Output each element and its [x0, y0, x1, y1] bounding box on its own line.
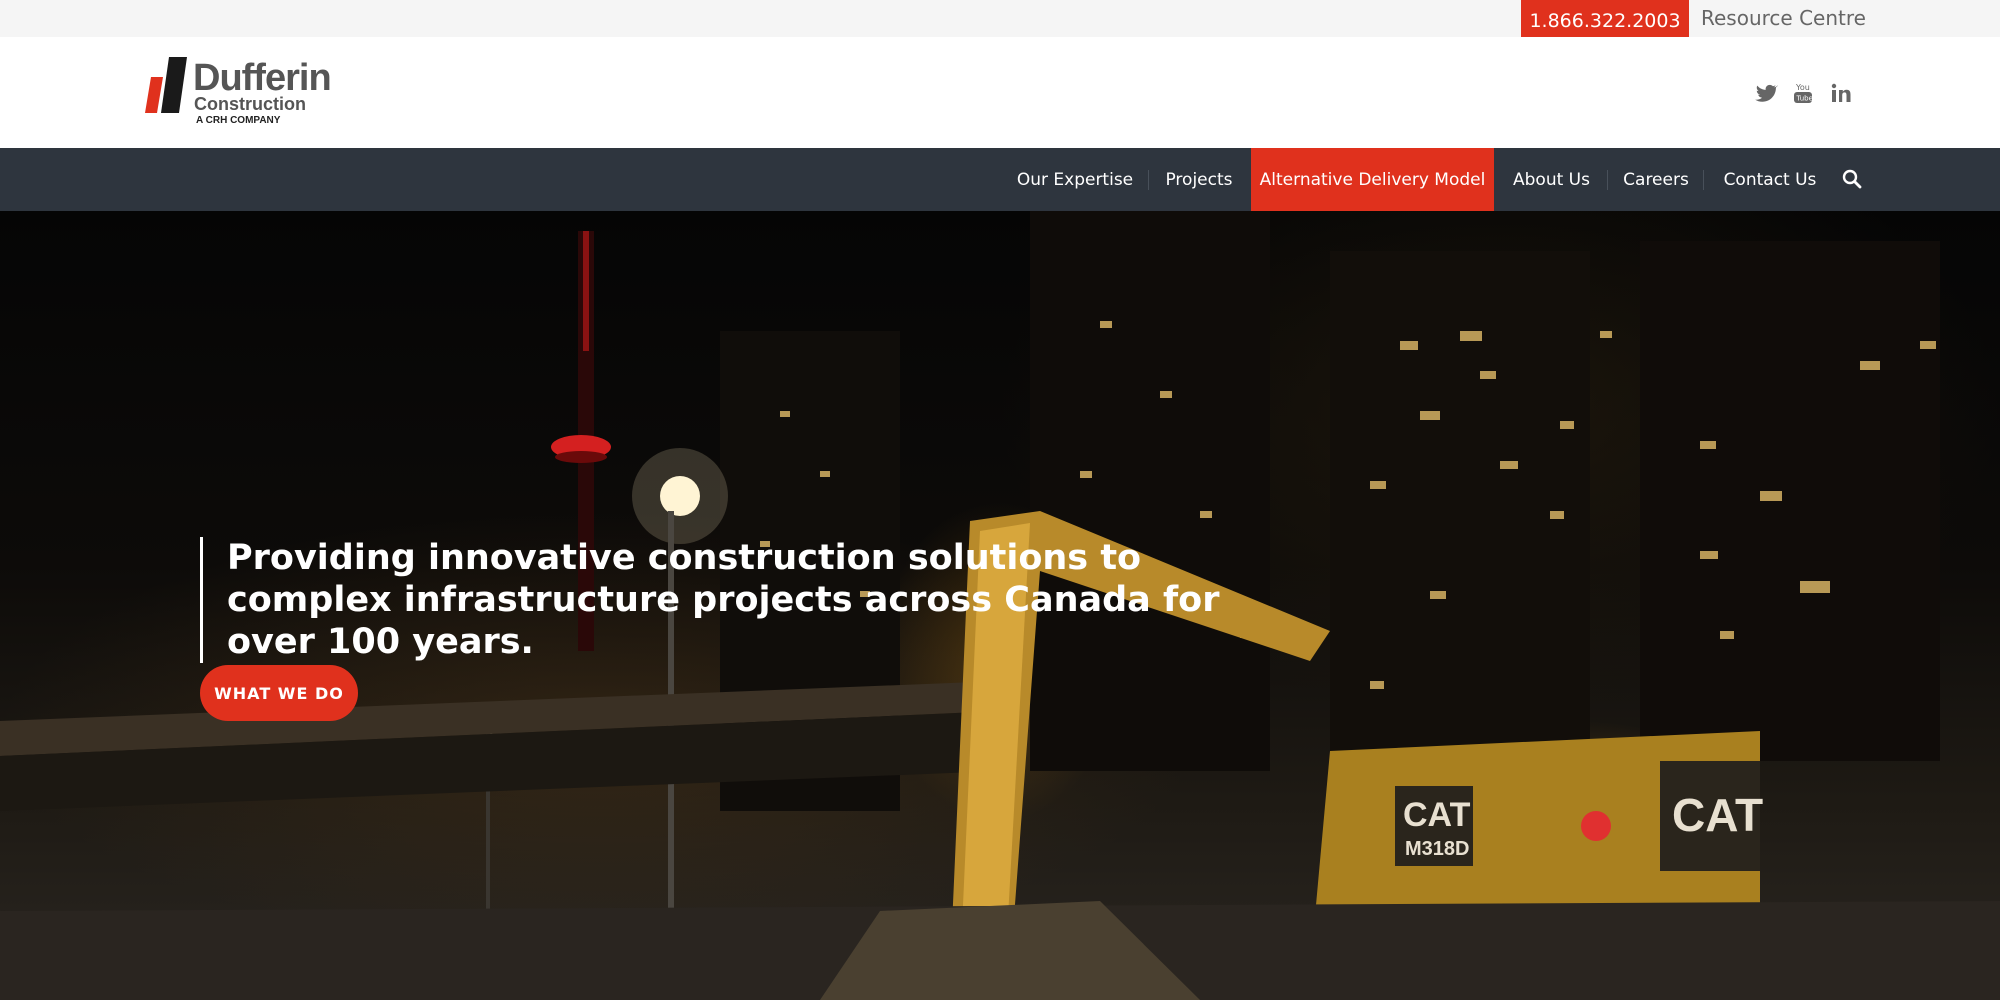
logo-tagline: A CRH COMPANY: [196, 115, 281, 126]
nav-item-our-expertise[interactable]: Our Expertise: [1010, 148, 1140, 211]
phone-number-link[interactable]: 1.866.322.2003: [1521, 0, 1689, 41]
svg-text:You: You: [1795, 83, 1810, 92]
company-logo[interactable]: Dufferin Construction A CRH COMPANY: [143, 55, 343, 131]
nav-divider: [1703, 170, 1704, 190]
what-we-do-button[interactable]: WHAT WE DO: [200, 665, 358, 721]
twitter-icon[interactable]: [1754, 81, 1778, 105]
search-icon[interactable]: [1841, 168, 1863, 190]
site-header: Dufferin Construction A CRH COMPANY You T…: [0, 37, 2000, 148]
nav-item-careers[interactable]: Careers: [1618, 148, 1694, 211]
linkedin-icon[interactable]: [1829, 81, 1853, 105]
hero-headline-block: Providing innovative construction soluti…: [200, 537, 1227, 663]
svg-text:CAT: CAT: [1672, 789, 1763, 841]
svg-text:CAT: CAT: [1403, 796, 1471, 834]
nav-divider: [1148, 170, 1149, 190]
main-navigation: Our Expertise Projects Alternative Deliv…: [0, 148, 2000, 211]
logo-name: Dufferin: [193, 57, 332, 99]
svg-text:Tube: Tube: [1796, 95, 1813, 103]
svg-text:M318D: M318D: [1405, 838, 1469, 860]
nav-item-about-us[interactable]: About Us: [1505, 148, 1598, 211]
youtube-icon[interactable]: You Tube: [1791, 81, 1815, 105]
logo-bars-icon: [145, 57, 187, 113]
logo-subtitle: Construction: [194, 94, 306, 114]
nav-item-projects[interactable]: Projects: [1157, 148, 1241, 211]
nav-divider: [1607, 170, 1608, 190]
hero-headline: Providing innovative construction soluti…: [227, 538, 1220, 662]
nav-item-contact-us[interactable]: Contact Us: [1716, 148, 1824, 211]
hero-banner: CAT CAT M318D Providing innovative const…: [0, 211, 2000, 1000]
resource-centre-link[interactable]: Resource Centre: [1701, 6, 1866, 30]
top-utility-bar: 1.866.322.2003 Resource Centre: [0, 0, 2000, 41]
nav-item-alternative-delivery-model[interactable]: Alternative Delivery Model: [1251, 148, 1494, 211]
